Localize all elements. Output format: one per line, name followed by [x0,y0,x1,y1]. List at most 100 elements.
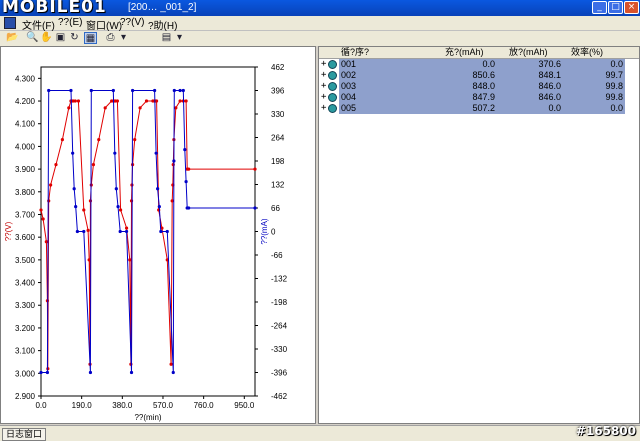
cell-discharge: 0.0 [548,103,561,113]
mobile01-logo: MOBILE01 [2,0,107,17]
chart-icon[interactable]: ▦ [84,32,97,44]
current-point [116,204,120,209]
expand-icon[interactable]: + [321,92,326,103]
cycle-icon [328,93,337,102]
current-point [159,229,163,234]
menu-view[interactable]: ??(V) [120,17,144,28]
table-row[interactable]: +002 850.6 848.1 99.7 [319,70,639,81]
toolbar: 📂 🔍 ✋ ▣ ↻ ▦ ⎙ ▾ ▤ ▾ [0,31,640,47]
right-tick-label: 330 [271,110,285,119]
left-tick-label: 4.100 [15,120,36,129]
voltage-point [187,167,191,171]
current-point [89,88,93,93]
right-tick-label: 462 [271,63,285,72]
table-row[interactable]: +003 848.0 846.0 99.8 [319,81,639,92]
cell-discharge: 370.6 [538,59,561,69]
copy-dropdown-icon[interactable]: ▾ [117,32,130,44]
current-point [111,88,115,93]
right-tick-label: 264 [271,134,285,143]
maximize-button[interactable]: □ [608,1,623,14]
status-bar: 日志窗口 [0,425,640,441]
header-discharge[interactable]: 放?(mAh) [509,47,548,58]
folder-open-icon[interactable]: 📂 [6,32,19,44]
current-line [41,90,255,373]
cell-efficiency: 0.0 [610,59,623,69]
header-efficiency[interactable]: 效率(%) [571,47,603,58]
zoom-icon[interactable]: 🔍 [26,32,39,44]
voltage-point [88,199,93,203]
voltage-point [125,226,129,230]
x-tick-label: 570.0 [153,401,174,410]
cell-charge: 507.2 [472,103,495,113]
current-point [172,159,176,163]
cell-efficiency: 0.0 [610,103,623,113]
close-button[interactable]: × [624,1,639,14]
voltage-point [178,99,182,103]
voltage-point [82,208,86,212]
current-point [187,206,191,210]
cell-cycle: 003 [341,81,357,91]
x-tick-label: 760.0 [194,401,215,410]
voltage-point [138,106,142,110]
table-row[interactable]: +001 0.0 370.6 0.0 [319,59,639,70]
right-tick-label: -396 [271,369,288,378]
expand-icon[interactable]: + [321,103,326,114]
header-cycle[interactable]: 循?序? [341,47,369,58]
left-tick-label: 3.600 [15,233,36,242]
menu-file[interactable]: 文件(F) [22,17,55,32]
expand-icon[interactable]: + [321,70,326,81]
voltage-point [97,138,101,142]
current-point [88,370,93,375]
voltage-line [40,100,255,369]
current-point [82,229,86,234]
menu-window[interactable]: 窗口(W) [86,17,122,32]
current-point [154,151,158,155]
cell-discharge: 848.1 [538,70,561,80]
current-point [113,151,117,155]
expand-icon[interactable]: + [321,81,326,92]
cell-cycle: 002 [341,70,357,80]
x-tick-label: 190.0 [72,401,93,410]
header-charge[interactable]: 充?(mAh) [445,47,484,58]
menu-help[interactable]: ?助(H) [148,17,177,32]
right-tick-label: 132 [271,181,285,190]
table-row[interactable]: +005 507.2 0.0 0.0 [319,103,639,114]
x-tick-label: 0.0 [35,401,47,410]
current-point [75,229,79,234]
fit-icon[interactable]: ▣ [54,32,67,44]
refresh-icon[interactable]: ↻ [68,32,81,44]
right-tick-label: -462 [271,392,288,401]
left-tick-label: 4.000 [15,142,36,151]
left-tick-label: 3.400 [15,279,36,288]
menu-edit[interactable]: ??(E) [58,17,82,28]
cell-charge: 848.0 [472,81,495,91]
current-point [130,88,135,93]
right-axis-label: ??(mA) [260,218,269,245]
copy-icon[interactable]: ⎙ [104,32,117,44]
voltage-point [144,99,149,103]
expand-icon[interactable]: + [321,59,326,70]
cell-charge: 850.6 [472,70,495,80]
right-tick-label: -66 [271,251,283,260]
monitor-icon[interactable]: ▤ [160,32,173,44]
monitor-dropdown-icon[interactable]: ▾ [173,32,186,44]
cell-charge: 0.0 [482,59,495,69]
app-document-icon[interactable] [4,17,16,29]
plot-frame [40,66,256,397]
voltage-point [67,106,71,110]
watermark: #165800 [575,424,636,438]
voltage-point [47,199,51,203]
x-tick-label: 380.0 [112,401,133,410]
voltage-point [128,258,132,262]
left-tick-label: 3.700 [15,210,36,219]
current-point [165,229,169,234]
log-window-tab[interactable]: 日志窗口 [2,428,47,441]
left-tick-label: 3.300 [15,301,36,310]
voltage-point [184,99,188,103]
left-tick-label: 4.200 [15,97,36,106]
cell-cycle: 004 [341,92,357,102]
current-point [184,180,188,184]
table-row[interactable]: +004 847.9 846.0 99.8 [319,92,639,103]
minimize-button[interactable]: _ [592,1,607,14]
hand-icon[interactable]: ✋ [40,32,53,44]
